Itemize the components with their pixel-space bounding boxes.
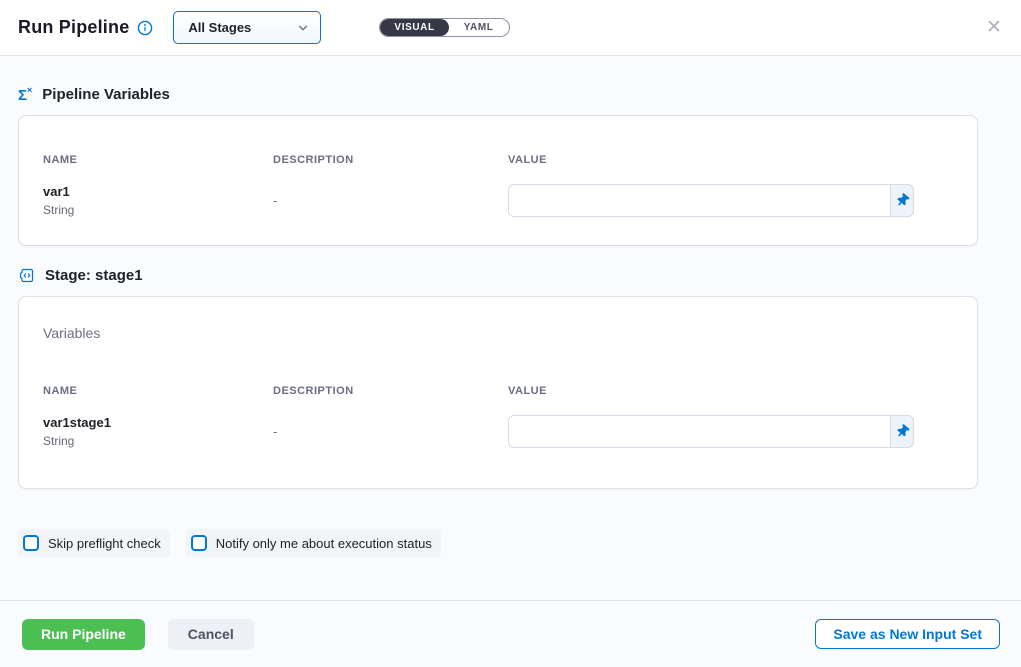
sigma-x-icon: Σ×: [18, 87, 32, 103]
stage-title: Stage: stage1: [45, 267, 143, 284]
chevron-down-icon: [296, 21, 310, 35]
cancel-button[interactable]: Cancel: [168, 619, 254, 650]
visual-yaml-toggle: VISUAL YAML: [379, 18, 509, 37]
skip-preflight-checkbox[interactable]: [23, 535, 39, 551]
column-header-description: DESCRIPTION: [273, 385, 508, 397]
variable-value-group: [508, 415, 914, 448]
info-icon[interactable]: [137, 20, 153, 36]
custom-stage-icon: [18, 267, 35, 284]
toggle-visual[interactable]: VISUAL: [380, 19, 448, 36]
pipeline-variables-title: Pipeline Variables: [42, 86, 170, 103]
variable-description: -: [273, 193, 508, 208]
execution-options: Skip preflight check Notify only me abou…: [18, 529, 1003, 557]
stage-variables-table-header: NAME DESCRIPTION VALUE: [19, 341, 977, 397]
column-header-name: NAME: [43, 154, 273, 166]
save-as-new-input-set-button[interactable]: Save as New Input Set: [815, 619, 1000, 649]
column-header-value: VALUE: [508, 154, 914, 166]
modal-body: Σ× Pipeline Variables NAME DESCRIPTION V…: [0, 56, 1021, 600]
pin-icon[interactable]: [890, 184, 914, 217]
variable-name-cell: var1stage1 String: [43, 415, 273, 448]
stage-selector-value: All Stages: [188, 20, 251, 35]
skip-preflight-label: Skip preflight check: [48, 536, 161, 551]
stage-heading: Stage: stage1: [18, 246, 1003, 284]
variable-name: var1stage1: [43, 415, 273, 430]
page-title: Run Pipeline: [18, 17, 129, 38]
variable-name-cell: var1 String: [43, 184, 273, 217]
var1stage1-value-input[interactable]: [508, 415, 914, 448]
variable-value-group: [508, 184, 914, 217]
pin-icon[interactable]: [890, 415, 914, 448]
stage-selector-dropdown[interactable]: All Stages: [173, 11, 321, 44]
table-row: var1 String -: [19, 184, 977, 245]
column-header-name: NAME: [43, 385, 273, 397]
pipeline-variables-table-header: NAME DESCRIPTION VALUE: [19, 116, 977, 166]
modal-header: Run Pipeline All Stages VISUAL YAML ✕: [0, 0, 1021, 56]
stage-variables-card: Variables NAME DESCRIPTION VALUE var1sta…: [18, 296, 978, 489]
column-header-description: DESCRIPTION: [273, 154, 508, 166]
close-icon[interactable]: ✕: [981, 15, 1007, 41]
variable-type: String: [43, 434, 273, 448]
pipeline-variables-heading: Σ× Pipeline Variables: [18, 56, 1003, 103]
notify-me-option[interactable]: Notify only me about execution status: [186, 529, 441, 557]
variable-type: String: [43, 203, 273, 217]
toggle-yaml[interactable]: YAML: [449, 19, 509, 36]
column-header-value: VALUE: [508, 385, 914, 397]
var1-value-input[interactable]: [508, 184, 914, 217]
pipeline-variables-card: NAME DESCRIPTION VALUE var1 String -: [18, 115, 978, 246]
run-pipeline-modal: Run Pipeline All Stages VISUAL YAML ✕ Σ: [0, 0, 1021, 667]
modal-footer: Run Pipeline Cancel Save as New Input Se…: [0, 600, 1021, 667]
notify-me-checkbox[interactable]: [191, 535, 207, 551]
variable-description: -: [273, 424, 508, 439]
skip-preflight-option[interactable]: Skip preflight check: [18, 529, 170, 557]
table-row: var1stage1 String -: [19, 415, 977, 488]
notify-me-label: Notify only me about execution status: [216, 536, 432, 551]
stage-variables-subtitle: Variables: [19, 297, 977, 341]
variable-name: var1: [43, 184, 273, 199]
run-pipeline-button[interactable]: Run Pipeline: [22, 619, 145, 650]
